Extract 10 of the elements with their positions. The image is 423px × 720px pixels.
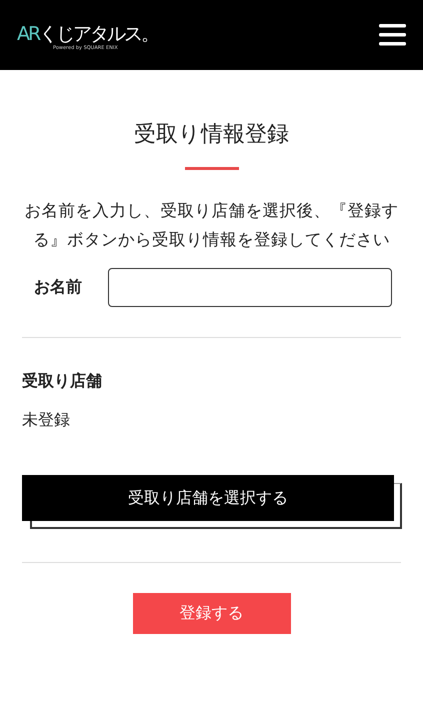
page-title: 受取り情報登録 (133, 121, 290, 149)
store-label: 受取り店舗 (22, 371, 103, 392)
name-input-field[interactable] (108, 268, 392, 307)
name-label: お名前 (34, 277, 82, 298)
title-underline (184, 167, 238, 170)
instruction-text: お名前を入力し、受取り店舗を選択後、『登録する』ボタンから受取り情報を登録してください (24, 200, 400, 251)
menu-icon[interactable] (379, 24, 406, 46)
logo[interactable]: AR くじアタルス。 (17, 25, 158, 44)
register-button[interactable]: 登録する (132, 593, 290, 634)
store-value: 未登録 (22, 410, 71, 431)
